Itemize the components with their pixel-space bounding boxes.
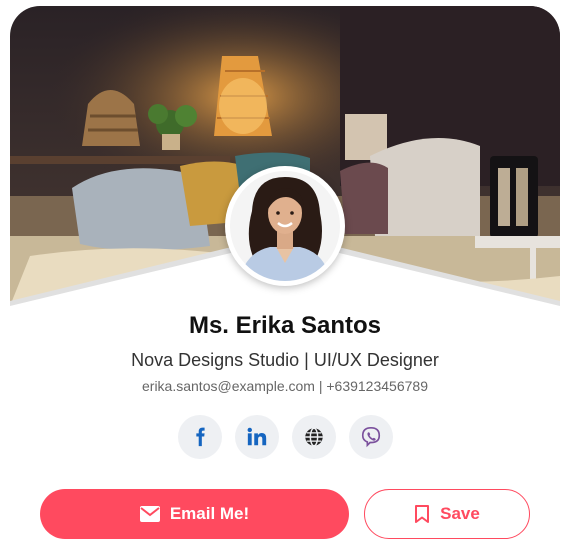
viber-icon <box>361 427 381 448</box>
profile-avatar <box>225 166 345 286</box>
profile-contact: erika.santos@example.com | +639123456789 <box>142 378 428 394</box>
social-links <box>178 415 398 459</box>
email-me-label: Email Me! <box>169 504 250 523</box>
globe-icon <box>305 427 323 447</box>
linkedin-link[interactable] <box>235 415 279 459</box>
envelope-icon <box>139 506 160 522</box>
email-me-button[interactable]: Email Me! <box>40 489 349 539</box>
facebook-icon <box>196 427 205 447</box>
profile-name: Ms. Erika Santos <box>188 312 382 339</box>
profile-subtitle: Nova Designs Studio | UI/UX Designer <box>131 350 439 370</box>
viber-link[interactable] <box>349 415 393 459</box>
bookmark-icon <box>414 504 430 524</box>
website-link[interactable] <box>292 415 336 459</box>
linkedin-icon <box>247 427 267 446</box>
save-button[interactable]: Save <box>364 489 530 539</box>
facebook-link[interactable] <box>178 415 222 459</box>
save-label: Save <box>440 504 480 523</box>
business-card: Ms. Erika Santos Nova Designs Studio | U… <box>10 6 560 555</box>
